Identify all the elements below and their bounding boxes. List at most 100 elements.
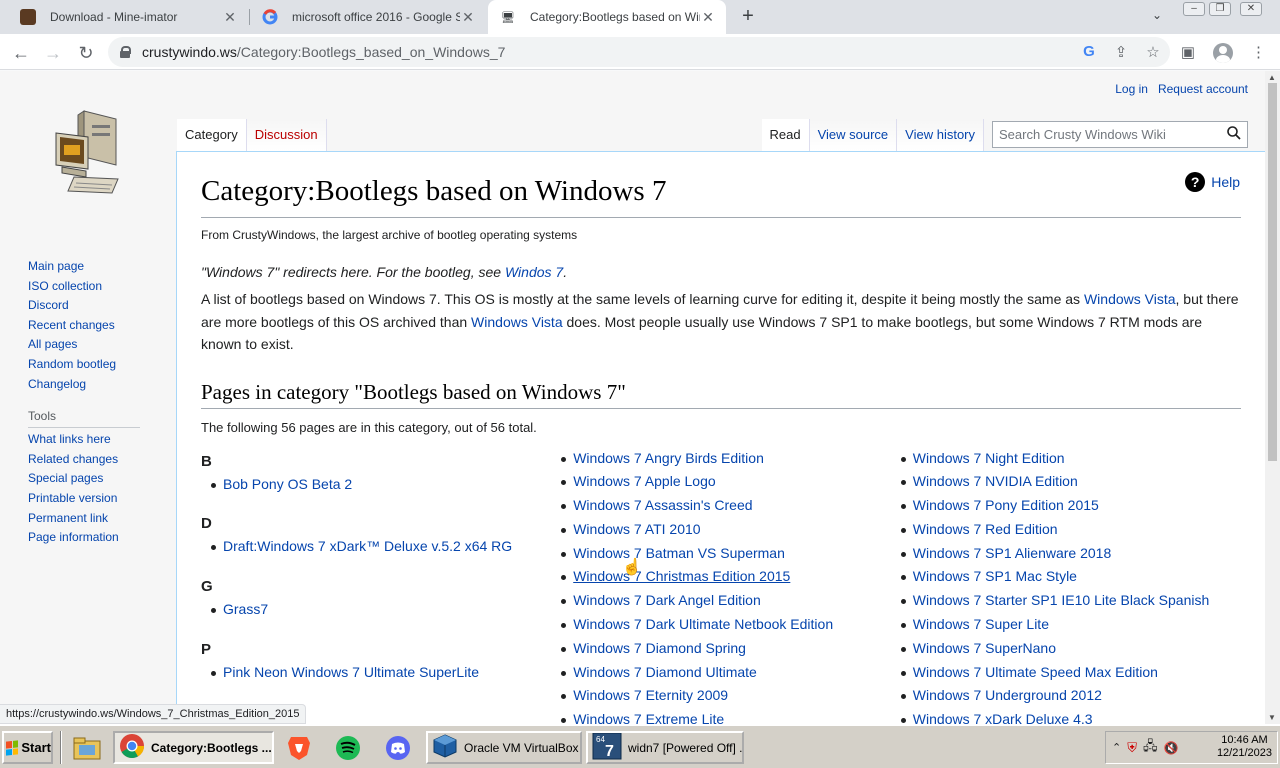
security-alert-icon[interactable]: ⛨: [1127, 740, 1137, 756]
close-icon[interactable]: ✕: [700, 9, 716, 26]
page-link[interactable]: Pink Neon Windows 7 Ultimate SuperLite: [223, 664, 479, 680]
taskbar-item-vm-widn7[interactable]: 64 7 widn7 [Powered Off] ...: [586, 731, 744, 764]
window-close-button[interactable]: ✕: [1240, 2, 1262, 16]
close-icon[interactable]: ✕: [460, 9, 476, 26]
back-arrow-icon[interactable]: ←: [8, 40, 34, 66]
page-link[interactable]: Windows 7 SP1 Alienware 2018: [913, 545, 1111, 561]
sidebar-item-main-page[interactable]: Main page: [28, 257, 158, 277]
scroll-up-arrow-icon[interactable]: ▲: [1268, 73, 1276, 82]
scrollbar-thumb[interactable]: [1268, 83, 1277, 461]
page-link[interactable]: Windows 7 Pony Edition 2015: [913, 497, 1099, 513]
network-icon[interactable]: 🖧: [1143, 737, 1158, 759]
volume-muted-icon[interactable]: 🔇: [1163, 741, 1178, 755]
sidebar-item-permanent-link[interactable]: Permanent link: [28, 509, 158, 529]
windows-vista-link[interactable]: Windows Vista: [1084, 291, 1176, 307]
page-link[interactable]: Windows 7 Starter SP1 IE10 Lite Black Sp…: [913, 592, 1209, 608]
help-link[interactable]: ? Help: [1185, 172, 1240, 192]
taskbar-item-virtualbox[interactable]: Oracle VM VirtualBox ...: [426, 731, 582, 764]
page-link[interactable]: Windows 7 Red Edition: [913, 521, 1058, 537]
search-icon[interactable]: [1227, 126, 1241, 143]
tray-expand-chevron-icon[interactable]: ⌃: [1112, 741, 1121, 754]
page-link[interactable]: Windows 7 Diamond Spring: [573, 640, 746, 656]
intro-paragraph: A list of bootlegs based on Windows 7. T…: [201, 288, 1241, 356]
reload-icon[interactable]: ↻: [73, 40, 99, 66]
sidebar-item-related-changes[interactable]: Related changes: [28, 450, 158, 470]
taskbar-item-chrome[interactable]: Category:Bootlegs ...: [113, 731, 274, 764]
browser-tab-google[interactable]: microsoft office 2016 - Google Search ✕: [250, 0, 486, 34]
page-link-hovered[interactable]: Windows 7 Christmas Edition 2015: [573, 568, 790, 584]
page-link[interactable]: Windows 7 Dark Ultimate Netbook Edition: [573, 616, 833, 632]
page-link[interactable]: Windows 7 Ultimate Speed Max Edition: [913, 664, 1158, 680]
minimize-button[interactable]: –: [1183, 2, 1205, 16]
site-logo[interactable]: [48, 107, 124, 195]
google-lens-icon[interactable]: G: [1080, 43, 1098, 61]
file-explorer-icon[interactable]: [72, 734, 102, 762]
page-link[interactable]: Windows 7 Diamond Ultimate: [573, 664, 757, 680]
address-bar[interactable]: crustywindo.ws/Category:Bootlegs_based_o…: [108, 37, 1170, 67]
spotify-icon[interactable]: [333, 734, 363, 762]
forward-arrow-icon[interactable]: →: [40, 40, 66, 66]
sidebar-item-page-information[interactable]: Page information: [28, 528, 158, 548]
page-link[interactable]: Windows 7 SuperNano: [913, 640, 1056, 656]
sidebar-item-discord[interactable]: Discord: [28, 296, 158, 316]
page-viewport: Log in Request account Main page ISO col…: [0, 71, 1265, 724]
page-link[interactable]: Windows 7 Assassin's Creed: [573, 497, 752, 513]
request-account-link[interactable]: Request account: [1158, 82, 1248, 96]
page-link[interactable]: Windows 7 Eternity 2009: [573, 687, 728, 703]
tab-category[interactable]: Category: [177, 119, 247, 151]
tab-discussion[interactable]: Discussion: [246, 119, 327, 151]
discord-icon[interactable]: [383, 734, 413, 762]
page-link[interactable]: Windows 7 Apple Logo: [573, 473, 715, 489]
sidebar-item-iso-collection[interactable]: ISO collection: [28, 277, 158, 297]
page-link[interactable]: Windows 7 Angry Birds Edition: [573, 450, 764, 466]
new-tab-button[interactable]: +: [737, 5, 759, 27]
page-link[interactable]: Windows 7 SP1 Mac Style: [913, 568, 1077, 584]
sidebar-item-all-pages[interactable]: All pages: [28, 335, 158, 355]
page-link[interactable]: Windows 7 ATI 2010: [573, 521, 700, 537]
close-icon[interactable]: ✕: [222, 9, 238, 26]
list-item: Windows 7 ATI 2010: [551, 518, 891, 542]
profile-avatar-icon[interactable]: [1213, 43, 1233, 63]
page-link[interactable]: Draft:Windows 7 xDark™ Deluxe v.5.2 x64 …: [223, 538, 512, 554]
view-tabs: Read View source View history Search Cru…: [761, 119, 1248, 151]
page-link[interactable]: Windows 7 NVIDIA Edition: [913, 473, 1078, 489]
page-link[interactable]: Windows 7 xDark Deluxe 4.3: [913, 711, 1093, 724]
tab-view-history[interactable]: View history: [897, 119, 984, 151]
browser-tab-mine-imator[interactable]: Download - Mine-imator ✕: [8, 0, 248, 34]
sidebar-item-random-bootleg[interactable]: Random bootleg: [28, 355, 158, 375]
system-clock[interactable]: 10:46 AM 12/21/2023: [1217, 734, 1272, 760]
tab-read[interactable]: Read: [761, 119, 810, 151]
sidebar-item-what-links-here[interactable]: What links here: [28, 430, 158, 450]
list-item: Pink Neon Windows 7 Ultimate SuperLite: [201, 661, 551, 685]
scroll-down-arrow-icon[interactable]: ▼: [1268, 713, 1276, 722]
wiki-search-input[interactable]: Search Crusty Windows Wiki: [992, 121, 1248, 148]
bookmark-star-icon[interactable]: ☆: [1144, 43, 1162, 61]
page-link[interactable]: Windows 7 Extreme Lite: [573, 711, 724, 724]
browser-tab-active[interactable]: 🖥 Category:Bootlegs based on Windows 7 ✕: [488, 0, 726, 34]
start-button[interactable]: Start: [2, 731, 53, 764]
tab-search-chevron-icon[interactable]: ⌄: [1152, 8, 1162, 22]
sidebar-item-changelog[interactable]: Changelog: [28, 375, 158, 395]
restore-button[interactable]: ❐: [1209, 2, 1231, 16]
share-icon[interactable]: ⇪: [1112, 43, 1130, 61]
menu-kebab-icon[interactable]: ⋮: [1251, 43, 1266, 63]
tab-view-source[interactable]: View source: [809, 119, 898, 151]
sidebar-item-special-pages[interactable]: Special pages: [28, 469, 158, 489]
brave-icon[interactable]: [284, 734, 314, 762]
page-link[interactable]: Windows 7 Underground 2012: [913, 687, 1102, 703]
page-scrollbar[interactable]: ▲ ▼: [1265, 71, 1280, 724]
page-link[interactable]: Windows 7 Night Edition: [913, 450, 1065, 466]
lock-icon[interactable]: [120, 46, 131, 58]
page-link[interactable]: Windows 7 Super Lite: [913, 616, 1049, 632]
page-link[interactable]: Grass7: [223, 601, 268, 617]
windows-vista-link[interactable]: Windows Vista: [471, 314, 563, 330]
page-link[interactable]: Windows 7 Batman VS Superman: [573, 545, 785, 561]
side-panel-icon[interactable]: ▣: [1181, 43, 1195, 63]
sidebar-item-recent-changes[interactable]: Recent changes: [28, 316, 158, 336]
windos-7-link[interactable]: Windos 7: [505, 264, 563, 280]
page-link[interactable]: Bob Pony OS Beta 2: [223, 476, 352, 492]
page-link[interactable]: Windows 7 Dark Angel Edition: [573, 592, 761, 608]
url-path: /Category:Bootlegs_based_on_Windows_7: [236, 44, 506, 60]
sidebar-item-printable-version[interactable]: Printable version: [28, 489, 158, 509]
login-link[interactable]: Log in: [1115, 82, 1148, 96]
